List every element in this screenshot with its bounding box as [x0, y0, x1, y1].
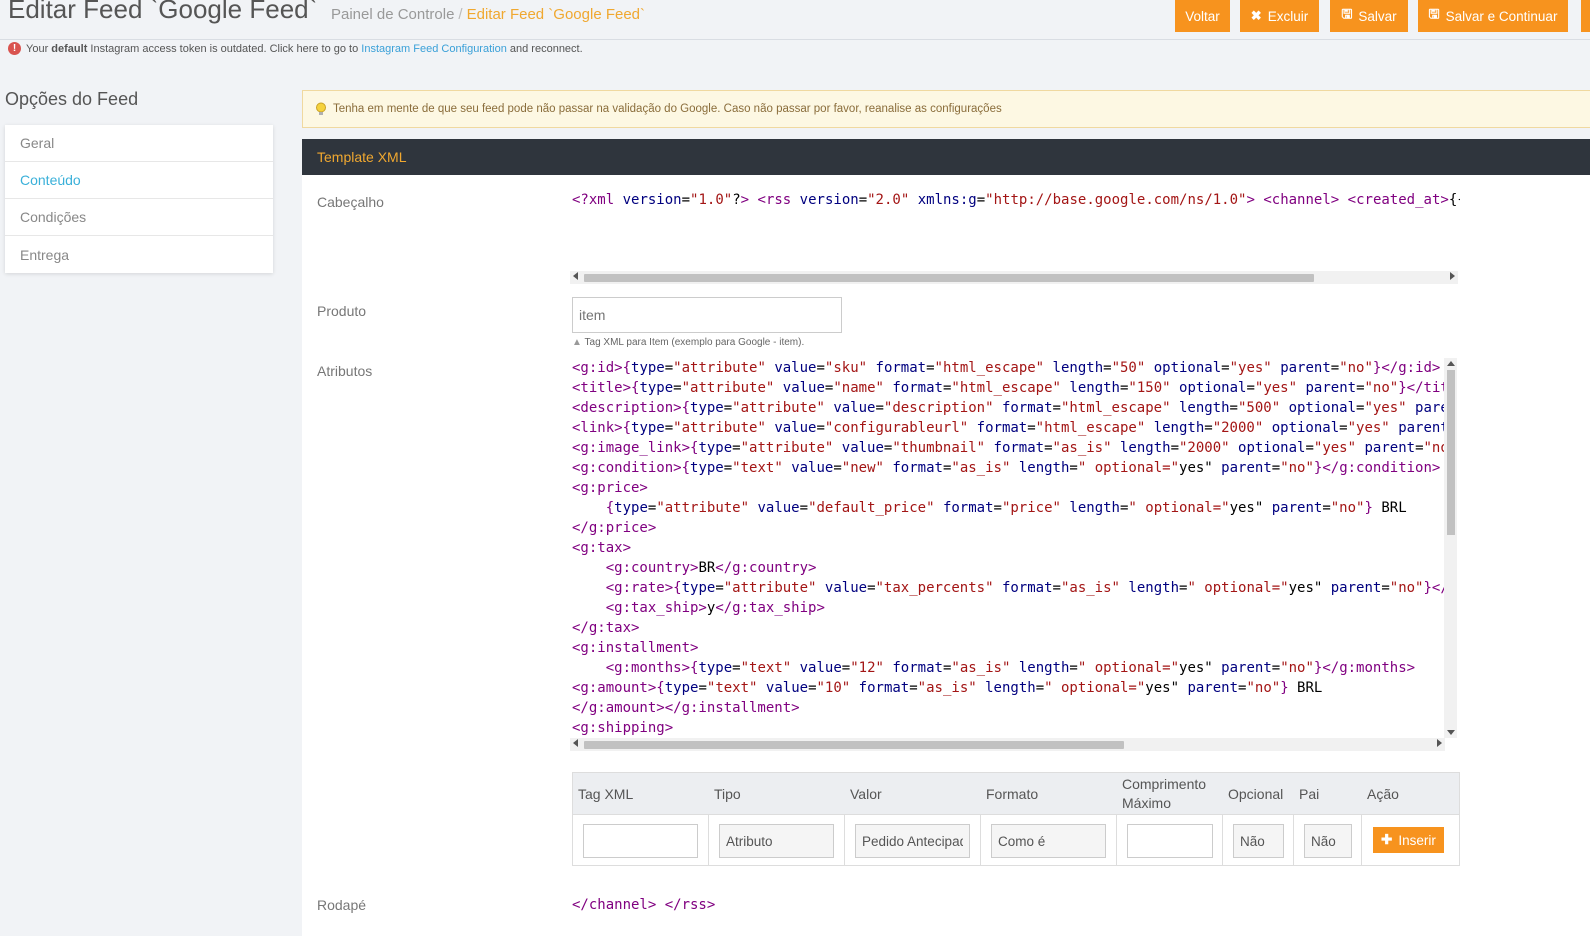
sidebar-menu: Geral Conteúdo Condições Entrega [5, 125, 273, 273]
table-header: Tag XML Tipo Valor Formato Comprimento M… [573, 773, 1459, 815]
column-header: Comprimento Máximo [1122, 776, 1207, 811]
column-header: Valor [850, 785, 882, 802]
scroll-left-icon[interactable] [573, 739, 578, 747]
lightbulb-icon [316, 102, 326, 115]
attributes-code-editor[interactable]: <g:id>{type="attribute" value="sku" form… [572, 358, 1445, 738]
sidebar-item-condicoes[interactable]: Condições [5, 199, 273, 236]
code-line: <g:rate>{type="attribute" value="tax_per… [605, 580, 1445, 596]
sidebar-title: Opções do Feed [5, 89, 139, 109]
panel-header: Template XML [302, 139, 1590, 175]
scroll-down-icon[interactable] [1447, 730, 1455, 735]
code-line: <g:tax> [572, 540, 632, 556]
save-button[interactable]: 🖫 Salvar [1330, 0, 1408, 32]
delete-button-label: Excluir [1267, 8, 1309, 24]
column-header: Formato [986, 785, 1039, 802]
code-line: <g:tax_ship>y</g:tax_ship> [605, 600, 825, 616]
column-header: Tag XML [578, 785, 634, 802]
code-line: </g:price> [572, 520, 657, 536]
floppy-disk-icon: 🖫 [1341, 6, 1353, 21]
sidebar-item-entrega[interactable]: Entrega [5, 236, 273, 273]
column-header: Pai [1299, 785, 1320, 802]
top-bar: Editar Feed `Google Feed` Painel de Cont… [0, 0, 1590, 40]
instagram-config-link[interactable]: Instagram Feed Configuration [361, 43, 507, 55]
column-header: Tipo [714, 785, 741, 802]
plus-icon: ✚ [1381, 832, 1393, 847]
code-line: <description>{type="attribute" value="de… [572, 400, 1445, 416]
label-cabecalho: Cabeçalho [317, 194, 384, 210]
code-line: <g:country>BR</g:country> [605, 560, 817, 576]
formato-select[interactable] [991, 824, 1106, 858]
page-title: Editar Feed `Google Feed` [8, 0, 318, 24]
code-line: <g:condition>{type="text" value="new" fo… [572, 460, 1441, 476]
token-notice: ! Your default Instagram access token is… [8, 42, 583, 55]
validation-tip: Tenha em mente de que seu feed pode não … [302, 90, 1590, 128]
breadcrumb-current: Editar Feed `Google Feed` [466, 6, 646, 23]
footer-code-editor[interactable]: </channel> </rss> [572, 895, 715, 915]
save-button-label: Salvar [1358, 8, 1397, 24]
attribute-builder-table: Tag XML Tipo Valor Formato Comprimento M… [572, 772, 1460, 866]
save-and-continue-label: Salvar e Continuar [1445, 8, 1558, 24]
warning-icon: ! [8, 42, 21, 55]
insert-button[interactable]: ✚ Inserir [1373, 827, 1444, 853]
sidebar-item-geral[interactable]: Geral [5, 125, 273, 162]
code-line: <title>{type="attribute" value="name" fo… [572, 380, 1445, 396]
breadcrumb-home-link[interactable]: Painel de Controle [331, 6, 454, 23]
max-length-input[interactable] [1127, 824, 1213, 858]
opcional-select[interactable] [1233, 824, 1284, 858]
scroll-left-icon[interactable] [573, 272, 578, 280]
tag-xml-input[interactable] [583, 824, 698, 858]
tipo-select[interactable] [719, 824, 834, 858]
scroll-right-icon[interactable] [1437, 739, 1442, 747]
product-tag-help: ▲ Tag XML para Item (exemplo para Google… [572, 337, 805, 348]
code-line: {type="attribute" value="default_price" … [605, 500, 1407, 516]
breadcrumb: Painel de Controle / Editar Feed `Google F… [331, 6, 645, 23]
code-line: <link>{type="attribute" value="configura… [572, 420, 1445, 436]
scroll-thumb[interactable] [584, 741, 1124, 749]
panel-title: Template XML [317, 149, 407, 165]
code-line: </g:amount></g:installment> [572, 700, 800, 716]
code-line: <g:image_link>{type="attribute" value="t… [572, 440, 1445, 456]
product-tag-input[interactable] [572, 297, 842, 333]
column-header: Opcional [1228, 785, 1284, 802]
header-code-text: <?xml version="1.0"?> <rss version="2.0"… [572, 192, 1460, 208]
breadcrumb-separator: / [458, 6, 463, 23]
label-rodape: Rodapé [317, 897, 367, 913]
panel-body: Cabeçalho <?xml version="1.0"?> <rss ver… [302, 175, 1590, 936]
insert-button-label: Inserir [1398, 832, 1436, 848]
save-and-continue-button[interactable]: 🖫 Salvar e Continuar [1418, 0, 1568, 32]
scroll-right-icon[interactable] [1450, 272, 1455, 280]
close-icon: ✖ [1250, 8, 1262, 23]
column-header: Ação [1367, 785, 1399, 802]
code-line: <g:shipping> [572, 720, 674, 736]
notice-text: Your default Instagram access token is o… [26, 42, 583, 55]
back-button[interactable]: Voltar [1175, 0, 1230, 32]
scroll-up-icon[interactable] [1447, 361, 1455, 366]
valor-select[interactable] [855, 824, 970, 858]
header-horizontal-scrollbar[interactable] [570, 271, 1458, 284]
tip-text: Tenha em mente de que seu feed pode não … [333, 103, 1002, 115]
caret-up-icon: ▲ [572, 337, 582, 348]
floppy-disk-icon: 🖫 [1428, 6, 1440, 21]
code-line: <g:amount>{type="text" value="10" format… [572, 680, 1323, 696]
code-line: </g:tax> [572, 620, 640, 636]
table-row: ✚ Inserir [573, 815, 1459, 866]
back-button-label: Voltar [1185, 8, 1220, 24]
scroll-thumb[interactable] [584, 274, 1314, 282]
delete-button[interactable]: ✖ Excluir [1240, 0, 1319, 32]
label-produto: Produto [317, 303, 367, 319]
scroll-thumb[interactable] [1447, 370, 1455, 535]
pai-select[interactable] [1304, 824, 1352, 858]
label-atributos: Atributos [317, 363, 373, 379]
attributes-vertical-scrollbar[interactable] [1444, 358, 1457, 738]
sidebar-item-conteudo[interactable]: Conteúdo [5, 162, 273, 199]
code-line: <g:id>{type="attribute" value="sku" form… [572, 360, 1441, 376]
code-line: <g:price> [572, 480, 648, 496]
code-line: <g:months>{type="text" value="12" format… [605, 660, 1416, 676]
code-line: <g:installment> [572, 640, 699, 656]
attributes-horizontal-scrollbar[interactable] [570, 738, 1445, 751]
more-button[interactable] [1581, 0, 1590, 32]
